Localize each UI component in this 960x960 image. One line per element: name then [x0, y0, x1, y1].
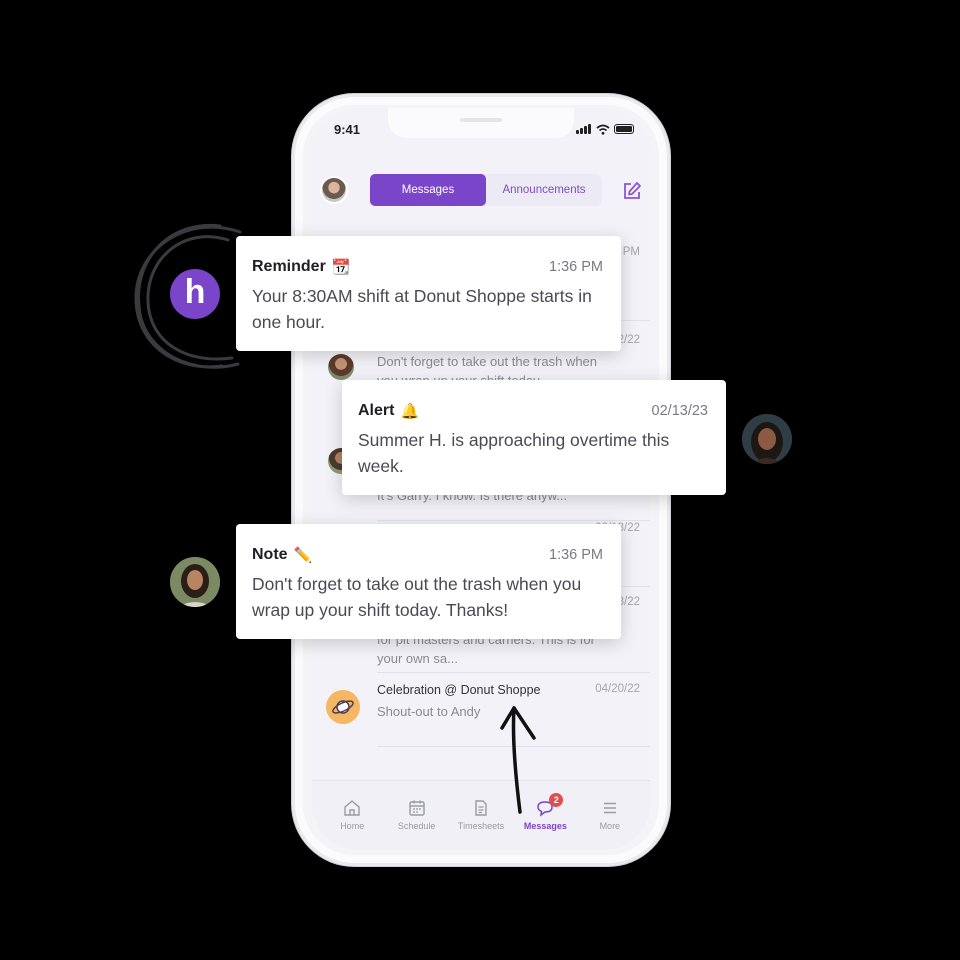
- notification-time: 1:36 PM: [549, 547, 603, 563]
- tab-label: More: [599, 821, 621, 831]
- notification-time: 1:36 PM: [549, 259, 603, 275]
- tab-label: Messages: [523, 821, 567, 831]
- status-icons: [576, 124, 634, 135]
- notification-time: 02/13/23: [651, 403, 708, 419]
- note-notification[interactable]: Note ✏️ 1:36 PM Don't forget to take out …: [236, 524, 621, 639]
- calendar-emoji-icon: 📆: [331, 259, 351, 276]
- signal-icon: [576, 124, 591, 134]
- brand-logo-icon: h: [170, 269, 220, 319]
- message-tabs: Messages Announcements: [370, 174, 602, 206]
- app-header: Messages Announcements: [312, 174, 650, 208]
- notification-title: Reminder: [252, 258, 326, 275]
- notification-title: Note: [252, 546, 288, 563]
- compose-icon[interactable]: [622, 181, 642, 201]
- notification-body: Don't forget to take out the trash when …: [252, 574, 582, 620]
- tab-label: Home: [340, 821, 365, 831]
- wifi-icon: [596, 124, 610, 135]
- tab-label: Timesheets: [457, 821, 505, 831]
- tab-home[interactable]: Home: [320, 799, 384, 850]
- avatar: [170, 557, 220, 607]
- tab-more[interactable]: More: [578, 799, 642, 850]
- notification-body: Summer H. is approaching overtime this w…: [358, 430, 670, 476]
- calendar-icon: [408, 800, 425, 816]
- divider: [377, 672, 650, 673]
- tab-announcements[interactable]: Announcements: [486, 174, 602, 206]
- notification-title: Alert: [358, 402, 395, 419]
- avatar: [742, 414, 792, 464]
- profile-avatar[interactable]: [320, 176, 348, 204]
- bell-emoji-icon: 🔔: [400, 403, 420, 420]
- tab-schedule[interactable]: Schedule: [384, 799, 448, 850]
- arrow-annotation: [500, 706, 536, 814]
- battery-icon: [614, 124, 634, 134]
- tab-label: Schedule: [397, 821, 436, 831]
- avatar: [328, 354, 354, 380]
- message-date: PM: [622, 246, 640, 258]
- message-date: 04/20/22: [595, 683, 640, 695]
- document-icon: [475, 800, 487, 816]
- status-time: 9:41: [334, 122, 361, 137]
- pencil-emoji-icon: ✏️: [293, 547, 313, 564]
- notification-body: Your 8:30AM shift at Donut Shoppe starts…: [252, 286, 592, 332]
- phone-notch: [388, 108, 574, 138]
- message-title: Celebration @ Donut Shoppe: [377, 683, 541, 697]
- bottom-tab-bar: Home Schedule Timesheets 2 Messages More: [312, 780, 650, 850]
- tab-messages[interactable]: Messages: [370, 174, 486, 206]
- planet-icon: [326, 690, 360, 724]
- unread-badge: 2: [549, 793, 564, 807]
- menu-icon: [603, 802, 616, 814]
- home-icon: [344, 800, 360, 816]
- alert-notification[interactable]: Alert 🔔 02/13/23 Summer H. is approaching…: [342, 380, 726, 495]
- reminder-notification[interactable]: Reminder 📆 1:36 PM Your 8:30AM shift at D…: [236, 236, 621, 351]
- divider: [377, 520, 650, 521]
